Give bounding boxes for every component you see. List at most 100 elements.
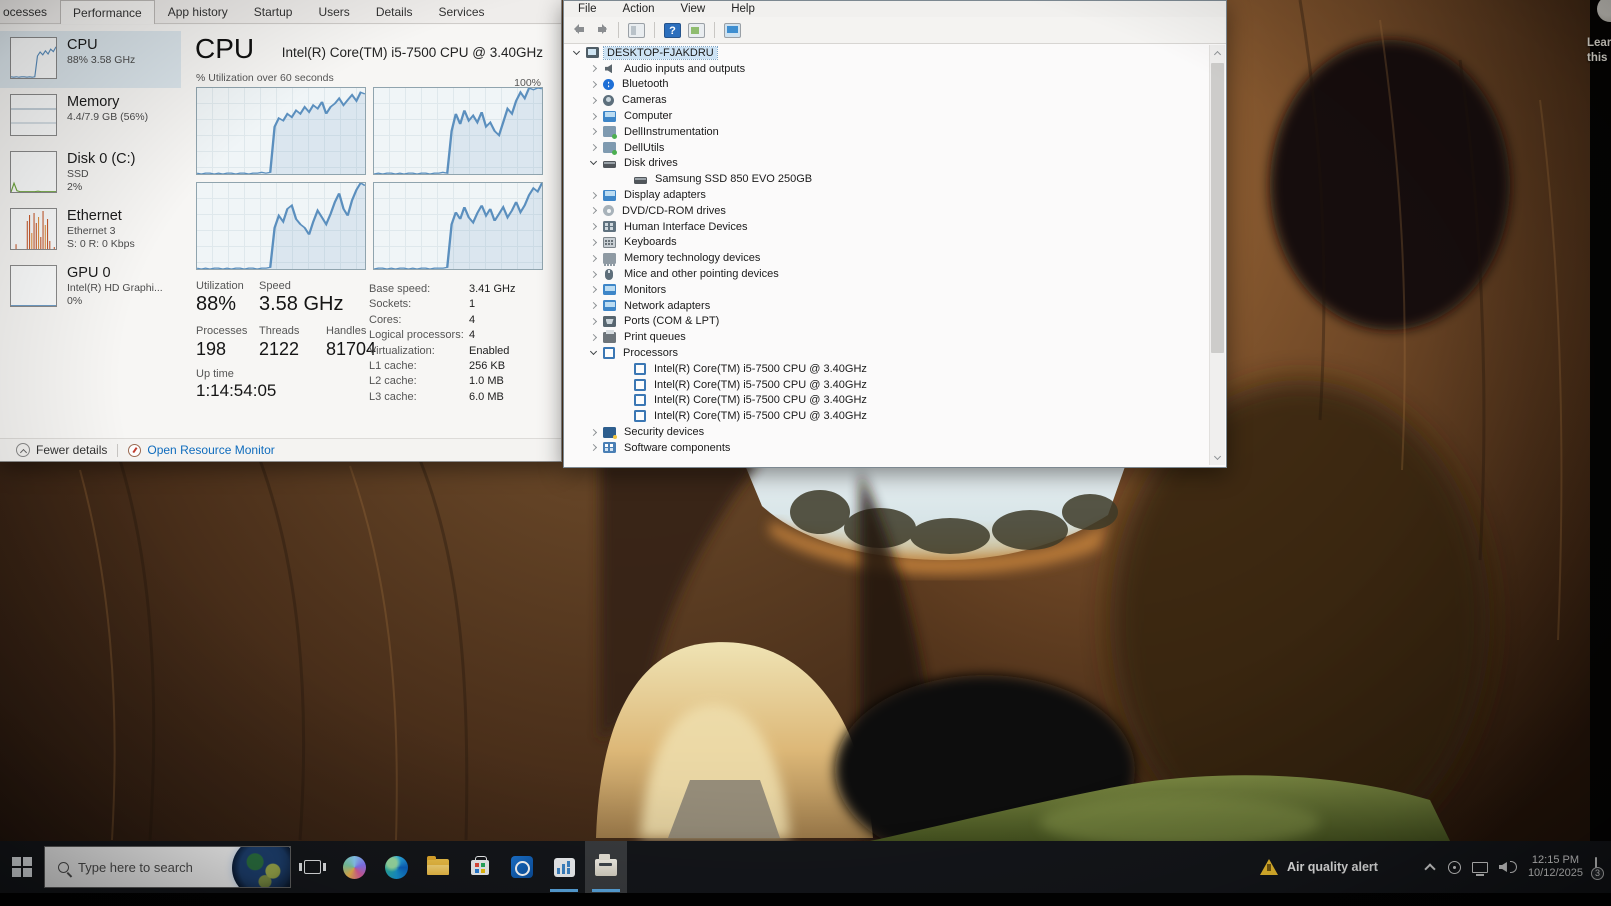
scrollbar-thumb[interactable] (1211, 63, 1224, 353)
device-tree-item[interactable]: Software components (565, 440, 1209, 456)
open-resource-monitor-link[interactable]: Open Resource Monitor (147, 443, 274, 457)
device-tree-item[interactable]: Disk drives (565, 156, 1209, 172)
menu-file[interactable]: File (578, 3, 597, 15)
scroll-down-arrow-icon[interactable] (1210, 450, 1225, 465)
expand-chevron-icon[interactable] (590, 239, 597, 246)
expand-chevron-icon[interactable] (590, 444, 597, 451)
tab-app-history[interactable]: App history (155, 0, 241, 23)
taskbar-app-file-explorer[interactable] (417, 841, 459, 893)
collapse-chevron-icon[interactable] (590, 158, 597, 165)
taskbar-app-store[interactable] (459, 841, 501, 893)
device-label: DVD/CD-ROM drives (619, 205, 729, 217)
sidebar-item-disk[interactable]: Disk 0 (C:)SSD2% (0, 145, 181, 202)
show-console-tree-icon[interactable] (628, 23, 645, 38)
taskbar-app-device-manager[interactable] (585, 841, 627, 893)
tray-sync-icon[interactable] (1448, 861, 1461, 874)
menu-help[interactable]: Help (731, 3, 755, 15)
expand-chevron-icon[interactable] (590, 334, 597, 341)
device-tree-item[interactable]: Monitors (565, 282, 1209, 298)
device-tree-item[interactable]: Samsung SSD 850 EVO 250GB (565, 171, 1209, 187)
collapse-chevron-icon[interactable] (590, 348, 597, 355)
tab-users[interactable]: Users (305, 0, 362, 23)
sidebar-item-cpu[interactable]: CPU88% 3.58 GHz (0, 31, 181, 88)
expand-chevron-icon[interactable] (590, 128, 597, 135)
scroll-up-arrow-icon[interactable] (1210, 45, 1225, 60)
device-tree-item[interactable]: Intel(R) Core(TM) i5-7500 CPU @ 3.40GHz (565, 377, 1209, 393)
expand-chevron-icon[interactable] (590, 113, 597, 120)
cpu-core-graph-0[interactable] (196, 87, 366, 175)
expand-chevron-icon[interactable] (590, 144, 597, 151)
sidebar-item-gpu[interactable]: GPU 0Intel(R) HD Graphi...0% (0, 259, 181, 316)
taskbar-app-copilot[interactable] (333, 841, 375, 893)
device-tree-item[interactable]: Computer (565, 108, 1209, 124)
menu-action[interactable]: Action (623, 3, 655, 15)
expand-chevron-icon[interactable] (590, 255, 597, 262)
sidebar-item-ethernet[interactable]: EthernetEthernet 3S: 0 R: 0 Kbps (0, 202, 181, 259)
taskbar-app-edge[interactable] (375, 841, 417, 893)
expand-chevron-icon[interactable] (590, 97, 597, 104)
device-tree-item[interactable]: Bluetooth (565, 77, 1209, 93)
tab-services[interactable]: Services (426, 0, 498, 23)
device-tree-item[interactable]: Memory technology devices (565, 250, 1209, 266)
taskbar-app-task-manager[interactable] (543, 841, 585, 893)
tab-performance[interactable]: Performance (60, 0, 155, 24)
back-arrow-icon[interactable] (572, 25, 587, 35)
device-tree-item[interactable]: Intel(R) Core(TM) i5-7500 CPU @ 3.40GHz (565, 361, 1209, 377)
expand-chevron-icon[interactable] (590, 223, 597, 230)
taskbar-clock[interactable]: 12:15 PM 10/12/2025 (1528, 854, 1583, 881)
processes-label: Processes (196, 325, 247, 337)
device-tree-scrollbar[interactable] (1209, 45, 1225, 465)
tab-details[interactable]: Details (363, 0, 426, 23)
expand-chevron-icon[interactable] (590, 271, 597, 278)
action-center-button[interactable]: 3 (1595, 858, 1597, 876)
device-tree-item[interactable]: DVD/CD-ROM drives (565, 203, 1209, 219)
menu-view[interactable]: View (681, 3, 706, 15)
scan-hardware-icon[interactable] (724, 23, 741, 38)
device-tree-item[interactable]: Ports (COM & LPT) (565, 314, 1209, 330)
expand-chevron-icon[interactable] (590, 81, 597, 88)
cpu-core-graph-1[interactable] (373, 87, 543, 175)
tray-network-icon[interactable] (1472, 862, 1488, 873)
show-hidden-icons-chevron[interactable] (1424, 863, 1435, 874)
taskbar-app-task-view[interactable] (291, 841, 333, 893)
expand-chevron-icon[interactable] (590, 302, 597, 309)
tab-ocesses[interactable]: ocesses (0, 0, 60, 23)
device-tree-item[interactable]: Security devices (565, 424, 1209, 440)
tab-startup[interactable]: Startup (241, 0, 306, 23)
device-tree-item[interactable]: Human Interface Devices (565, 219, 1209, 235)
device-tree-item[interactable]: Mice and other pointing devices (565, 266, 1209, 282)
weather-widget-label[interactable]: Air quality alert (1287, 860, 1378, 874)
expand-chevron-icon[interactable] (590, 65, 597, 72)
device-tree-item[interactable]: DellInstrumentation (565, 124, 1209, 140)
device-tree-item[interactable]: DESKTOP-FJAKDRU (565, 45, 1209, 61)
forward-arrow-icon[interactable] (594, 25, 609, 35)
expand-chevron-icon[interactable] (590, 318, 597, 325)
cpu-labels: CPU88% 3.58 GHz (67, 37, 135, 84)
properties-icon[interactable] (688, 23, 705, 38)
device-tree-item[interactable]: Network adapters (565, 298, 1209, 314)
device-tree-item[interactable]: Audio inputs and outputs (565, 61, 1209, 77)
cpu-core-graph-3[interactable] (373, 182, 543, 270)
expand-chevron-icon[interactable] (590, 428, 597, 435)
tray-volume-icon[interactable] (1499, 861, 1528, 873)
collapse-chevron-icon[interactable] (573, 48, 580, 55)
device-tree-item[interactable]: Cameras (565, 92, 1209, 108)
cpu-core-graph-2[interactable] (196, 182, 366, 270)
device-tree-item[interactable]: Intel(R) Core(TM) i5-7500 CPU @ 3.40GHz (565, 393, 1209, 409)
spotlight-hint[interactable]: Lear this (1587, 36, 1611, 66)
expand-chevron-icon[interactable] (590, 286, 597, 293)
device-tree-item[interactable]: Keyboards (565, 235, 1209, 251)
device-tree-item[interactable]: Processors (565, 345, 1209, 361)
device-tree-item[interactable]: DellUtils (565, 140, 1209, 156)
taskbar-app-outlook[interactable] (501, 841, 543, 893)
device-tree-item[interactable]: Display adapters (565, 187, 1209, 203)
expand-chevron-icon[interactable] (590, 192, 597, 199)
fewer-details-button[interactable]: Fewer details (36, 443, 107, 457)
expand-chevron-icon[interactable] (590, 207, 597, 214)
help-icon[interactable]: ? (664, 23, 681, 38)
start-button[interactable] (0, 841, 44, 893)
device-tree-item[interactable]: Intel(R) Core(TM) i5-7500 CPU @ 3.40GHz (565, 408, 1209, 424)
sidebar-item-memory[interactable]: Memory4.4/7.9 GB (56%) (0, 88, 181, 145)
taskbar-search-box[interactable]: Type here to search (44, 846, 291, 888)
device-tree-item[interactable]: Print queues (565, 329, 1209, 345)
